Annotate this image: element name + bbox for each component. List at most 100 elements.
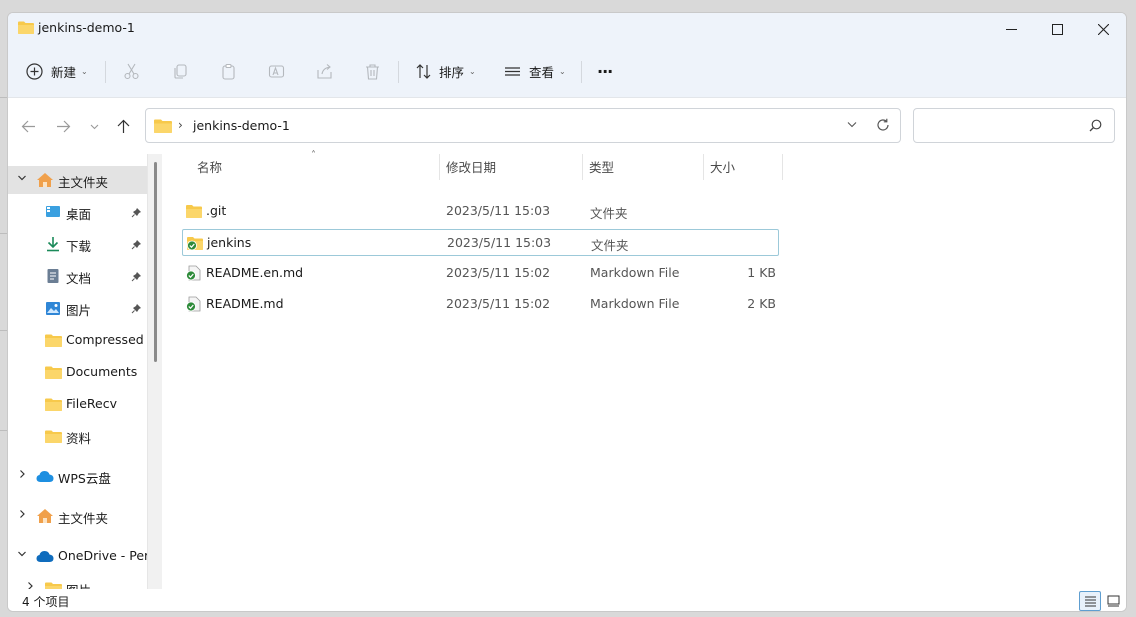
sidebar-item-label: WPS云盘 (58, 471, 111, 486)
maximize-button[interactable] (1034, 13, 1080, 45)
plus-circle-icon (26, 62, 43, 80)
sidebar-item-home-2[interactable]: 主文件夹 (8, 502, 148, 530)
column-divider[interactable] (439, 154, 440, 180)
arrow-right-icon (56, 120, 70, 132)
search-input[interactable] (922, 117, 1082, 135)
file-name: README.en.md (206, 265, 304, 280)
folder-icon (186, 205, 202, 218)
chevron-down-icon: ⌄ (559, 66, 566, 76)
sidebar-item-label: 主文件夹 (58, 175, 109, 190)
sidebar-item-label: Documents (66, 364, 138, 379)
sort-button[interactable]: 排序 ⌄ (415, 55, 476, 87)
back-button[interactable] (18, 116, 38, 136)
pin-icon (131, 206, 142, 221)
file-size: 2 KB (747, 296, 776, 311)
toolbar-divider (398, 61, 399, 83)
file-row[interactable]: README.en.md 2023/5/11 15:02 Markdown Fi… (182, 260, 779, 287)
scrollbar-thumb[interactable] (154, 162, 157, 362)
chevron-right-icon[interactable] (17, 509, 29, 522)
sidebar-item-desktop[interactable]: 桌面 (8, 198, 148, 226)
cut-button[interactable] (123, 55, 140, 87)
chevron-down-icon[interactable] (17, 173, 29, 186)
sidebar-item-materials[interactable]: 资料 (8, 422, 148, 450)
view-button[interactable]: 查看 ⌄ (504, 55, 566, 87)
file-type: 文件夹 (591, 238, 629, 253)
file-row[interactable]: README.md 2023/5/11 15:02 Markdown File … (182, 291, 779, 318)
rename-icon (268, 64, 285, 78)
view-list-icon (505, 66, 520, 76)
sidebar-item-home[interactable]: 主文件夹 (8, 166, 148, 194)
paste-button[interactable] (220, 55, 237, 87)
navigation-scrollbar[interactable] (147, 154, 162, 589)
folder-icon (18, 21, 34, 34)
sidebar-item-label: OneDrive - Pers (58, 548, 156, 563)
sidebar-item-label: 资料 (66, 431, 92, 446)
search-box[interactable] (913, 108, 1115, 143)
column-header-name[interactable]: 名称 ˄ (197, 150, 437, 180)
details-view-icon (1084, 596, 1096, 607)
column-header-type[interactable]: 类型 (589, 152, 699, 180)
desktop-icon (44, 204, 62, 220)
refresh-button[interactable] (876, 118, 890, 135)
details-view-button[interactable] (1079, 591, 1101, 611)
delete-button[interactable] (364, 55, 381, 87)
minimize-button[interactable] (988, 13, 1034, 45)
address-dropdown-button[interactable] (846, 118, 858, 133)
share-button[interactable] (316, 55, 333, 87)
more-options-button[interactable]: ··· (597, 55, 613, 87)
sidebar-item-compressed[interactable]: Compressed (8, 326, 148, 354)
chevron-right-icon[interactable] (17, 469, 29, 482)
chevron-down-icon[interactable] (17, 549, 29, 562)
tiles-view-button[interactable] (1102, 591, 1124, 611)
column-divider[interactable] (582, 154, 583, 180)
sidebar-item-downloads[interactable]: 下载 (8, 230, 148, 258)
new-label: 新建 (51, 64, 77, 80)
file-row[interactable]: jenkins 2023/5/11 15:03 文件夹 (182, 229, 779, 256)
rename-button[interactable] (268, 55, 285, 87)
column-header-size[interactable]: 大小 (710, 152, 780, 180)
copy-button[interactable] (172, 55, 189, 87)
forward-button[interactable] (53, 116, 73, 136)
file-list: 名称 ˄ 修改日期 类型 大小 .git 2023/5/11 15:03 文件夹… (164, 150, 1126, 589)
clipboard-icon (222, 63, 235, 80)
sidebar-item-documents[interactable]: 文档 (8, 262, 148, 290)
command-bar: 新建 ⌄ 排序 ⌄ 查看 ⌄ ··· (8, 51, 1126, 91)
search-icon (1089, 119, 1102, 132)
sidebar-item-label: 主文件夹 (58, 511, 109, 526)
sidebar-item-documents-folder[interactable]: Documents (8, 358, 148, 386)
up-button[interactable] (113, 116, 133, 136)
column-divider[interactable] (782, 154, 783, 180)
folder-icon (44, 332, 62, 348)
new-button[interactable]: 新建 ⌄ (26, 55, 88, 87)
column-header-date[interactable]: 修改日期 (446, 152, 576, 180)
sidebar-item-filerecv[interactable]: FileRecv (8, 390, 148, 418)
address-bar[interactable]: › jenkins-demo-1 (145, 108, 901, 143)
recent-locations-button[interactable] (84, 116, 104, 136)
column-divider[interactable] (703, 154, 704, 180)
arrow-left-icon (21, 120, 35, 132)
synced-folder-icon (187, 237, 203, 251)
chevron-right-icon[interactable] (25, 581, 37, 589)
folder-icon (154, 119, 172, 133)
breadcrumb-current[interactable]: jenkins-demo-1 (193, 118, 290, 133)
column-date-label: 修改日期 (446, 159, 497, 175)
home-icon (36, 172, 54, 188)
breadcrumb-separator-icon[interactable]: › (178, 118, 183, 132)
file-row[interactable]: .git 2023/5/11 15:03 文件夹 (182, 198, 779, 225)
sidebar-item-label: 图片 (66, 580, 91, 589)
sidebar-item-onedrive-pictures[interactable]: 图片 (8, 574, 148, 589)
command-area: jenkins-demo-1 新建 ⌄ 排序 ⌄ 查看 ⌄ ··· (8, 13, 1126, 97)
sidebar-item-label: Compressed (66, 332, 144, 347)
item-count: 4 个项目 (22, 595, 70, 609)
close-button[interactable] (1080, 13, 1126, 45)
folder-icon (44, 396, 62, 412)
sidebar-item-onedrive[interactable]: OneDrive - Pers (8, 542, 156, 570)
toolbar-divider (581, 61, 582, 83)
sort-label: 排序 (439, 64, 465, 80)
chevron-down-icon (847, 122, 857, 128)
pin-icon (131, 270, 142, 285)
column-name-label: 名称 (197, 159, 223, 175)
sidebar-item-pictures[interactable]: 图片 (8, 294, 148, 322)
minimize-icon (1005, 28, 1017, 30)
sidebar-item-wps-cloud[interactable]: WPS云盘 (8, 462, 148, 490)
